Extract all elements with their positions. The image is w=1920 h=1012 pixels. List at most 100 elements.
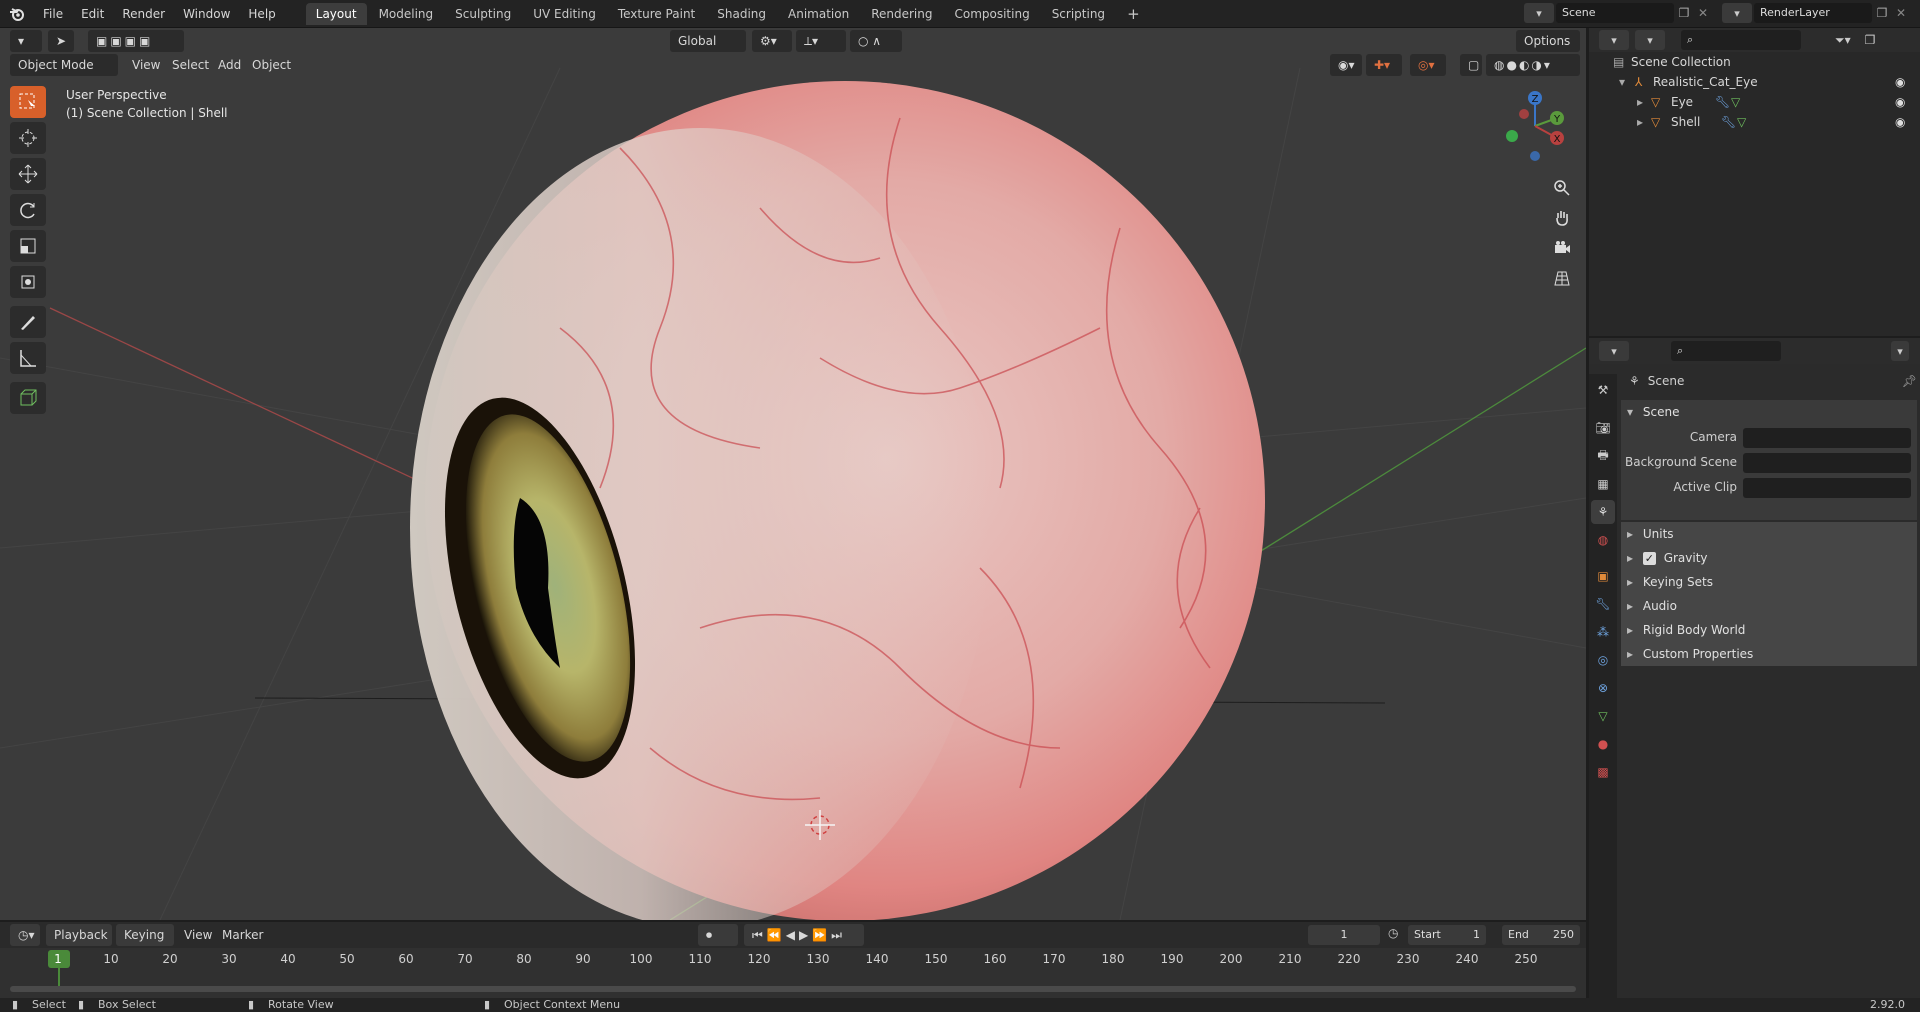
background-scene-field[interactable] [1743, 453, 1911, 473]
gizmo-neg-y-axis[interactable] [1506, 130, 1518, 142]
measure-tool[interactable] [10, 342, 46, 374]
annotate-tool[interactable] [10, 306, 46, 338]
tab-rendering[interactable]: Rendering [861, 3, 942, 25]
object-mode-dropdown[interactable]: Object Mode [10, 54, 118, 76]
subpanel-rigid-body-world[interactable]: ▸ Rigid Body World [1621, 618, 1917, 642]
editor-type-button[interactable]: ▾ [10, 30, 42, 52]
end-frame-field[interactable]: End 250 [1502, 925, 1580, 945]
object-tab-icon[interactable]: ▣ [1591, 564, 1615, 588]
menu-object[interactable]: Object [252, 54, 291, 76]
render-tab-icon[interactable]: 📷︎ [1591, 416, 1615, 440]
expand-arrow-icon[interactable]: ▸ [1637, 112, 1643, 132]
keying-dropdown[interactable]: Keying [116, 924, 174, 946]
viewport-scene[interactable] [0, 28, 1586, 920]
menu-view[interactable]: View [132, 54, 160, 76]
eyeball-object[interactable] [410, 81, 1265, 920]
display-mode-button[interactable]: ▾ [1635, 30, 1665, 50]
subpanel-gravity[interactable]: ▸ ✓ Gravity [1621, 546, 1917, 570]
active-clip-field[interactable] [1743, 478, 1911, 498]
outliner-row-eye[interactable]: ▸ ▽ Eye 🔧︎ ▽ ◉ [1589, 92, 1920, 112]
outliner-editor-type-button[interactable]: ▾ [1599, 30, 1629, 50]
gizmo-neg-z-axis[interactable] [1530, 151, 1540, 161]
timeline-menu-marker[interactable]: Marker [222, 924, 263, 946]
tab-shading[interactable]: Shading [707, 3, 776, 25]
pan-hand-icon[interactable] [1548, 204, 1576, 232]
gizmo-neg-x-axis[interactable] [1519, 109, 1529, 119]
menu-add[interactable]: Add [218, 54, 241, 76]
add-cube-tool[interactable] [10, 382, 46, 414]
outliner-search-input[interactable]: ⌕ [1681, 30, 1801, 50]
timeline-editor-type-button[interactable]: ◷▾ [10, 924, 40, 946]
scene-browse-icon[interactable]: ▾ [1524, 3, 1554, 23]
blender-logo-icon[interactable] [0, 6, 34, 22]
properties-options-icon[interactable]: ▾ [1891, 341, 1909, 361]
subpanel-custom-properties[interactable]: ▸ Custom Properties [1621, 642, 1917, 666]
view-layer-name-field[interactable]: RenderLayer [1754, 3, 1872, 23]
playback-controls[interactable]: ⏮⏪◀▶⏩⏭ [744, 924, 864, 946]
menu-render[interactable]: Render [113, 0, 174, 28]
tab-compositing[interactable]: Compositing [944, 3, 1039, 25]
cursor-tool[interactable] [10, 122, 46, 154]
menu-window[interactable]: Window [174, 0, 239, 28]
visibility-eye-icon[interactable]: ◉ [1895, 112, 1905, 132]
properties-search-input[interactable]: ⌕ [1671, 341, 1781, 361]
menu-edit[interactable]: Edit [72, 0, 113, 28]
tab-modeling[interactable]: Modeling [369, 3, 444, 25]
tab-scripting[interactable]: Scripting [1042, 3, 1115, 25]
move-tool[interactable] [10, 158, 46, 190]
add-workspace-button[interactable]: + [1117, 3, 1150, 25]
pin-icon[interactable]: 📌︎ [1902, 374, 1917, 388]
modifier-wrench-icon[interactable]: 🔧︎ [1721, 112, 1736, 132]
scene-panel-header[interactable]: ▾ Scene [1621, 400, 1917, 424]
scene-name-field[interactable]: Scene [1556, 3, 1674, 23]
menu-select[interactable]: Select [172, 54, 209, 76]
record-button[interactable]: ⏺ [698, 924, 738, 946]
timeline-scrollbar[interactable] [10, 986, 1576, 992]
subpanel-units[interactable]: ▸ Units [1621, 522, 1917, 546]
tweak-tool-icon[interactable]: ➤ [48, 30, 74, 52]
visibility-eye-icon[interactable]: ◉ [1895, 72, 1905, 92]
playback-dropdown[interactable]: Playback [46, 924, 112, 946]
particles-tab-icon[interactable]: ⁂ [1591, 620, 1615, 644]
menu-help[interactable]: Help [239, 0, 284, 28]
tool-tab-icon[interactable]: ⚒ [1591, 378, 1615, 402]
new-collection-icon[interactable]: ❐ [1865, 33, 1876, 47]
navigation-gizmo[interactable]: Z Y X [1500, 86, 1570, 166]
modifier-tab-icon[interactable]: 🔧︎ [1591, 592, 1615, 616]
modifier-wrench-icon[interactable]: 🔧︎ [1715, 92, 1730, 112]
options-dropdown[interactable]: Options [1516, 30, 1580, 52]
filter-icon[interactable]: ⏷▾ [1835, 33, 1851, 48]
menu-file[interactable]: File [34, 0, 72, 28]
texture-tab-icon[interactable]: ▩ [1591, 760, 1615, 784]
pivot-point-dropdown[interactable]: ⚙▾ [752, 30, 792, 52]
scene-tab-icon[interactable]: ⚘ [1591, 500, 1615, 524]
shading-mode-buttons[interactable]: ◍●◐◑▾ [1486, 54, 1580, 76]
expand-arrow-icon[interactable]: ▾ [1619, 72, 1625, 92]
transform-orientation-dropdown[interactable]: Global [670, 30, 746, 52]
outliner-row-collection[interactable]: ▾ ⅄ Realistic_Cat_Eye ◉ [1589, 72, 1920, 92]
output-tab-icon[interactable]: 🖶︎ [1591, 444, 1615, 468]
remove-scene-icon[interactable]: ✕ [1694, 6, 1712, 20]
snapping-dropdown[interactable]: ⟂▾ [796, 30, 846, 52]
gravity-checkbox[interactable]: ✓ [1642, 552, 1656, 565]
visibility-eye-icon[interactable]: ◉ [1895, 92, 1905, 112]
view-layer-tab-icon[interactable]: ▦ [1591, 472, 1615, 496]
transform-tool[interactable] [10, 266, 46, 298]
xray-toggle-icon[interactable]: ▢ [1460, 54, 1482, 76]
timeline-menu-view[interactable]: View [184, 924, 212, 946]
rotate-tool[interactable] [10, 194, 46, 226]
orthographic-toggle-icon[interactable] [1548, 264, 1576, 292]
tab-texture-paint[interactable]: Texture Paint [608, 3, 705, 25]
gizmo-toggle-icon[interactable]: ✚▾ [1366, 54, 1402, 76]
start-frame-field[interactable]: Start 1 [1408, 925, 1486, 945]
tab-animation[interactable]: Animation [778, 3, 859, 25]
outliner-row-shell[interactable]: ▸ ▽ Shell 🔧︎ ▽ ◉ [1589, 112, 1920, 132]
subpanel-audio[interactable]: ▸ Audio [1621, 594, 1917, 618]
selection-mode-buttons[interactable]: ▣▣▣▣ [88, 30, 184, 52]
select-box-tool[interactable] [10, 86, 46, 118]
tab-layout[interactable]: Layout [305, 2, 367, 25]
mesh-data-icon[interactable]: ▽ [1737, 112, 1746, 132]
preview-range-icon[interactable]: ◷ [1388, 926, 1398, 940]
subpanel-keying-sets[interactable]: ▸ Keying Sets [1621, 570, 1917, 594]
camera-field[interactable] [1743, 428, 1911, 448]
